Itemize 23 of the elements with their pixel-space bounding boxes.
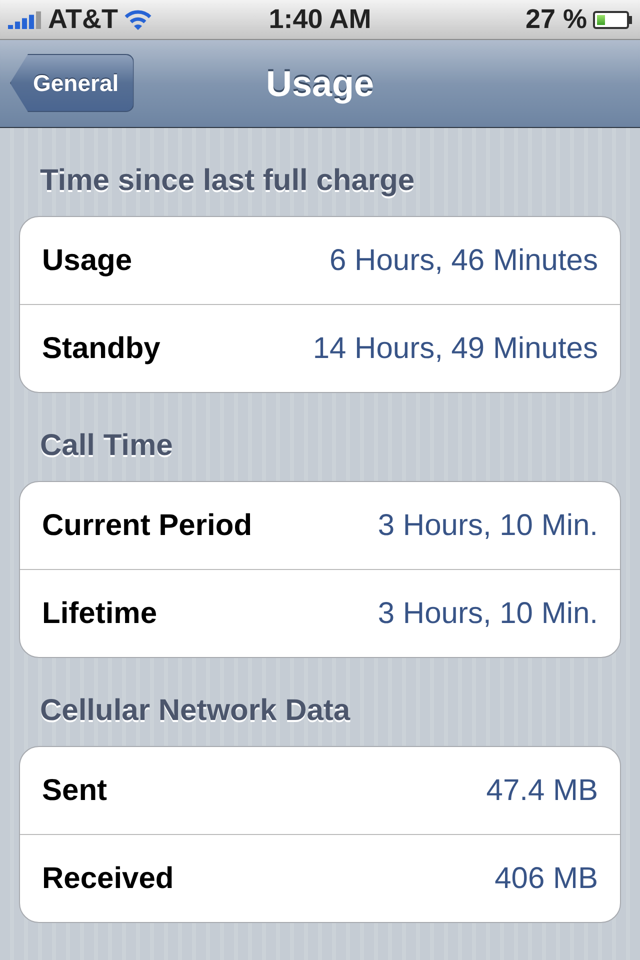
section-header: Cellular Network Data xyxy=(39,693,352,729)
row-value: 3 Hours, 10 Min. xyxy=(378,508,598,542)
clock-time: 1:40 AM xyxy=(268,4,372,35)
row-label: Current Period xyxy=(42,508,252,542)
carrier-name: AT&T xyxy=(48,4,118,35)
section-header: Call Time xyxy=(39,428,174,464)
row-value: 14 Hours, 49 Minutes xyxy=(312,332,598,366)
row-value: 6 Hours, 46 Minutes xyxy=(330,244,598,278)
wifi-icon xyxy=(124,8,152,30)
row-label: Sent xyxy=(42,774,108,808)
row-label: Lifetime xyxy=(42,596,158,630)
battery-percent: 27 % xyxy=(525,4,587,35)
page-title: Usage xyxy=(266,62,374,104)
battery-icon xyxy=(593,10,632,28)
row-value: 406 MB xyxy=(494,862,598,896)
section-header: Time since last full charge xyxy=(39,163,416,199)
back-button[interactable]: General xyxy=(10,54,134,112)
row-value: 47.4 MB xyxy=(486,774,598,808)
row-value: 3 Hours, 10 Min. xyxy=(378,596,598,630)
row-label: Standby xyxy=(42,332,160,366)
row-label: Received xyxy=(42,862,174,896)
signal-icon xyxy=(8,10,42,28)
row-label: Usage xyxy=(42,244,132,278)
